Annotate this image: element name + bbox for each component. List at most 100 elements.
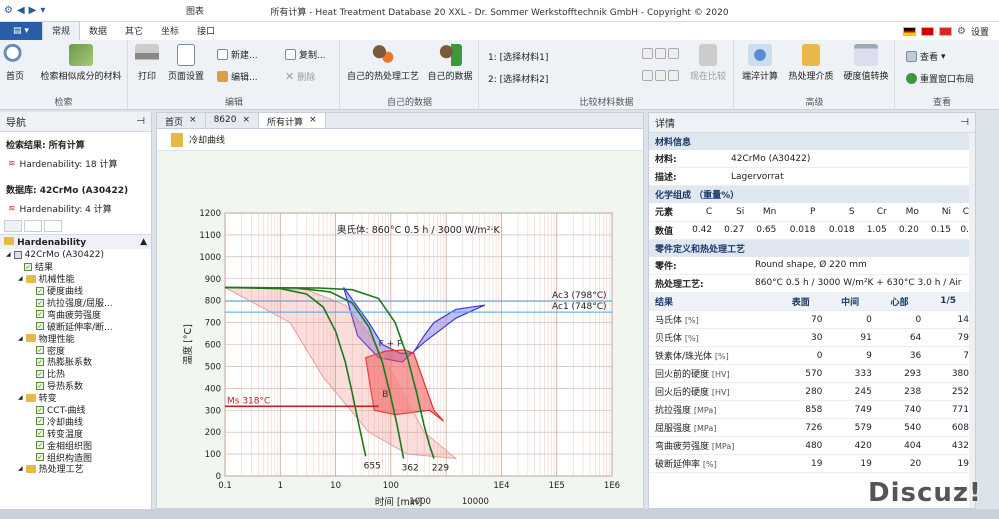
tree-item[interactable]: ✓ 组织构造图: [0, 451, 151, 464]
compare-now-button[interactable]: 现在比较: [688, 44, 728, 82]
tree-item[interactable]: ✓ 抗拉强度/屈服...: [0, 297, 151, 309]
pin-icon[interactable]: ⊣: [960, 117, 969, 128]
result-value: 91: [828, 328, 878, 347]
result-value: 245: [828, 382, 878, 401]
forward-icon[interactable]: ▶: [29, 5, 37, 16]
title-bar: ⚙ ◀ ▶ ▾ 图表 所有计算 - Heat Treatment Databas…: [0, 0, 999, 22]
app-menu-button[interactable]: ▤ ▾: [0, 22, 42, 40]
own-ht-button[interactable]: 自己的热处理工艺: [345, 44, 421, 82]
tree-item[interactable]: ◢ 热处理工艺: [0, 463, 151, 475]
select-material-1[interactable]: 1: [选择材料1]: [488, 50, 548, 63]
tree-header[interactable]: Hardenability ▲: [0, 235, 151, 249]
result-name: 铁素体/珠光体 [%]: [649, 346, 779, 365]
tree-item[interactable]: ✓ 冷却曲线: [0, 415, 151, 428]
result-value: 70: [779, 310, 829, 329]
expander-icon[interactable]: ◢: [18, 335, 23, 342]
doc-tab-all-calcs[interactable]: 所有计算 ×: [259, 113, 326, 128]
copy-button[interactable]: 复制...: [285, 48, 326, 61]
element-cell: Si: [718, 203, 751, 222]
delete-button[interactable]: ✕ 删除: [285, 70, 315, 83]
result-value: 19: [828, 454, 878, 473]
close-icon[interactable]: ×: [309, 115, 317, 126]
tree-item[interactable]: ✓ 破断延伸率/断...: [0, 320, 151, 333]
result-value: 14: [927, 310, 975, 329]
gear-icon[interactable]: ⚙: [957, 26, 966, 37]
tree-item[interactable]: ✓ 金相组织图: [0, 439, 151, 452]
quench-calc-label: 端淬计算: [741, 72, 778, 82]
tree-item[interactable]: ✓ CCT-曲线: [0, 404, 151, 416]
tree-item[interactable]: ◢ 转变: [0, 392, 151, 404]
chart-tab-icon[interactable]: [4, 220, 22, 232]
flag-cn-icon[interactable]: [939, 27, 953, 36]
collapse-icon[interactable]: ▲: [140, 237, 147, 247]
tree-item[interactable]: ✓ 结果: [0, 261, 151, 273]
dropdown-icon[interactable]: ▾: [40, 5, 45, 16]
ht-media-button[interactable]: 热处理介质: [785, 44, 837, 82]
eye-icon-2[interactable]: [668, 70, 679, 81]
table-row: 贝氏体 [%] 30 91 64 79: [649, 328, 975, 347]
print-button[interactable]: 打印: [133, 44, 161, 82]
expander-icon[interactable]: ◢: [6, 251, 11, 258]
element-cell: Ni: [924, 203, 957, 222]
details-scrollbar[interactable]: [969, 133, 975, 508]
back-icon[interactable]: ◀: [17, 5, 25, 16]
database-item[interactable]: ≋ Hardenability: 4 计算: [0, 199, 151, 218]
tree-item[interactable]: ◢ 42CrMo (A30422): [0, 249, 151, 261]
pick-icon[interactable]: [655, 48, 666, 59]
expander-icon[interactable]: ◢: [18, 394, 23, 401]
tree-item[interactable]: ✓ 硬度曲线: [0, 285, 151, 297]
pick-icon-2[interactable]: [655, 70, 666, 81]
quick-access-toolbar: ⚙ ◀ ▶ ▾: [0, 0, 45, 22]
doc-tab-8620[interactable]: 8620 ×: [206, 113, 260, 128]
tree-item[interactable]: ✓ 比热: [0, 368, 151, 380]
close-icon[interactable]: ×: [242, 115, 250, 126]
expander-icon[interactable]: ◢: [18, 275, 23, 282]
select-material-2[interactable]: 2: [选择材料2]: [488, 72, 548, 85]
y-tick-label: 600: [205, 341, 221, 351]
clear-x-icon-2[interactable]: [642, 70, 653, 81]
tree-item[interactable]: ◢ 物理性能: [0, 332, 151, 345]
tree-item[interactable]: ✓ 弯曲疲劳强度: [0, 308, 151, 321]
quench-calc-button[interactable]: 端淬计算: [737, 44, 783, 82]
details-panel: 详情 ⊣ 材料信息 材料: 42CrMo (A30422) 描述: Lagervor…: [648, 112, 976, 509]
result-value: 238: [877, 382, 928, 401]
reset-layout-button[interactable]: 重置窗口布局: [906, 72, 974, 85]
details-header: 详情 ⊣: [649, 113, 975, 133]
tree-item[interactable]: ✓ 转变温度: [0, 427, 151, 440]
flag-uk-icon[interactable]: [921, 27, 935, 36]
flag-de-icon[interactable]: [903, 27, 917, 36]
page-setup-button[interactable]: 页面设置: [165, 44, 207, 82]
tab-other[interactable]: 其它: [116, 22, 152, 40]
search-similar-button[interactable]: 检索相似成分的材料: [36, 44, 126, 82]
edit-button[interactable]: 编辑...: [217, 70, 258, 83]
view-button[interactable]: 查看 ▾: [906, 50, 946, 63]
table-row: 屈服强度 [MPa] 726 579 540 608: [649, 418, 975, 437]
expander-icon[interactable]: ◢: [18, 465, 23, 472]
hardness-conv-button[interactable]: 硬度值转换: [839, 44, 893, 82]
tree-item[interactable]: ✓ 导热系数: [0, 380, 151, 392]
eye-icon[interactable]: [668, 48, 679, 59]
tree-item[interactable]: ✓ 密度: [0, 344, 151, 357]
y-tick-label: 200: [205, 428, 221, 438]
tab-data[interactable]: 数据: [80, 22, 116, 40]
tab-interface[interactable]: 接口: [188, 22, 224, 40]
search-result-item[interactable]: ≋ Hardenability: 18 计算: [0, 154, 151, 173]
clear-x-icon[interactable]: [642, 48, 653, 59]
curve-tab-icon[interactable]: [24, 220, 42, 232]
tree-item[interactable]: ✓ 热膨胀系数: [0, 356, 151, 368]
grid-tab-icon[interactable]: [44, 220, 62, 232]
magnifier-icon: [3, 44, 27, 66]
tree-item[interactable]: ◢ 机械性能: [0, 273, 151, 285]
settings-label[interactable]: 设置: [971, 25, 989, 38]
new-button[interactable]: 新建...: [217, 48, 258, 61]
pin-icon[interactable]: ⊣: [136, 116, 145, 127]
material-info-title: 材料信息: [649, 133, 975, 150]
cooling-curve-chart[interactable]: 0100200300400500600700800900100011001200…: [157, 151, 643, 508]
doc-tab-home[interactable]: 首页 ×: [157, 113, 206, 128]
close-icon[interactable]: ×: [189, 115, 197, 126]
tab-axis[interactable]: 坐标: [152, 22, 188, 40]
y-tick-label: 400: [205, 384, 221, 394]
tab-general[interactable]: 常规: [42, 21, 81, 40]
own-data-button[interactable]: 自己的数据: [425, 44, 475, 82]
home-button[interactable]: 首页: [2, 44, 28, 82]
